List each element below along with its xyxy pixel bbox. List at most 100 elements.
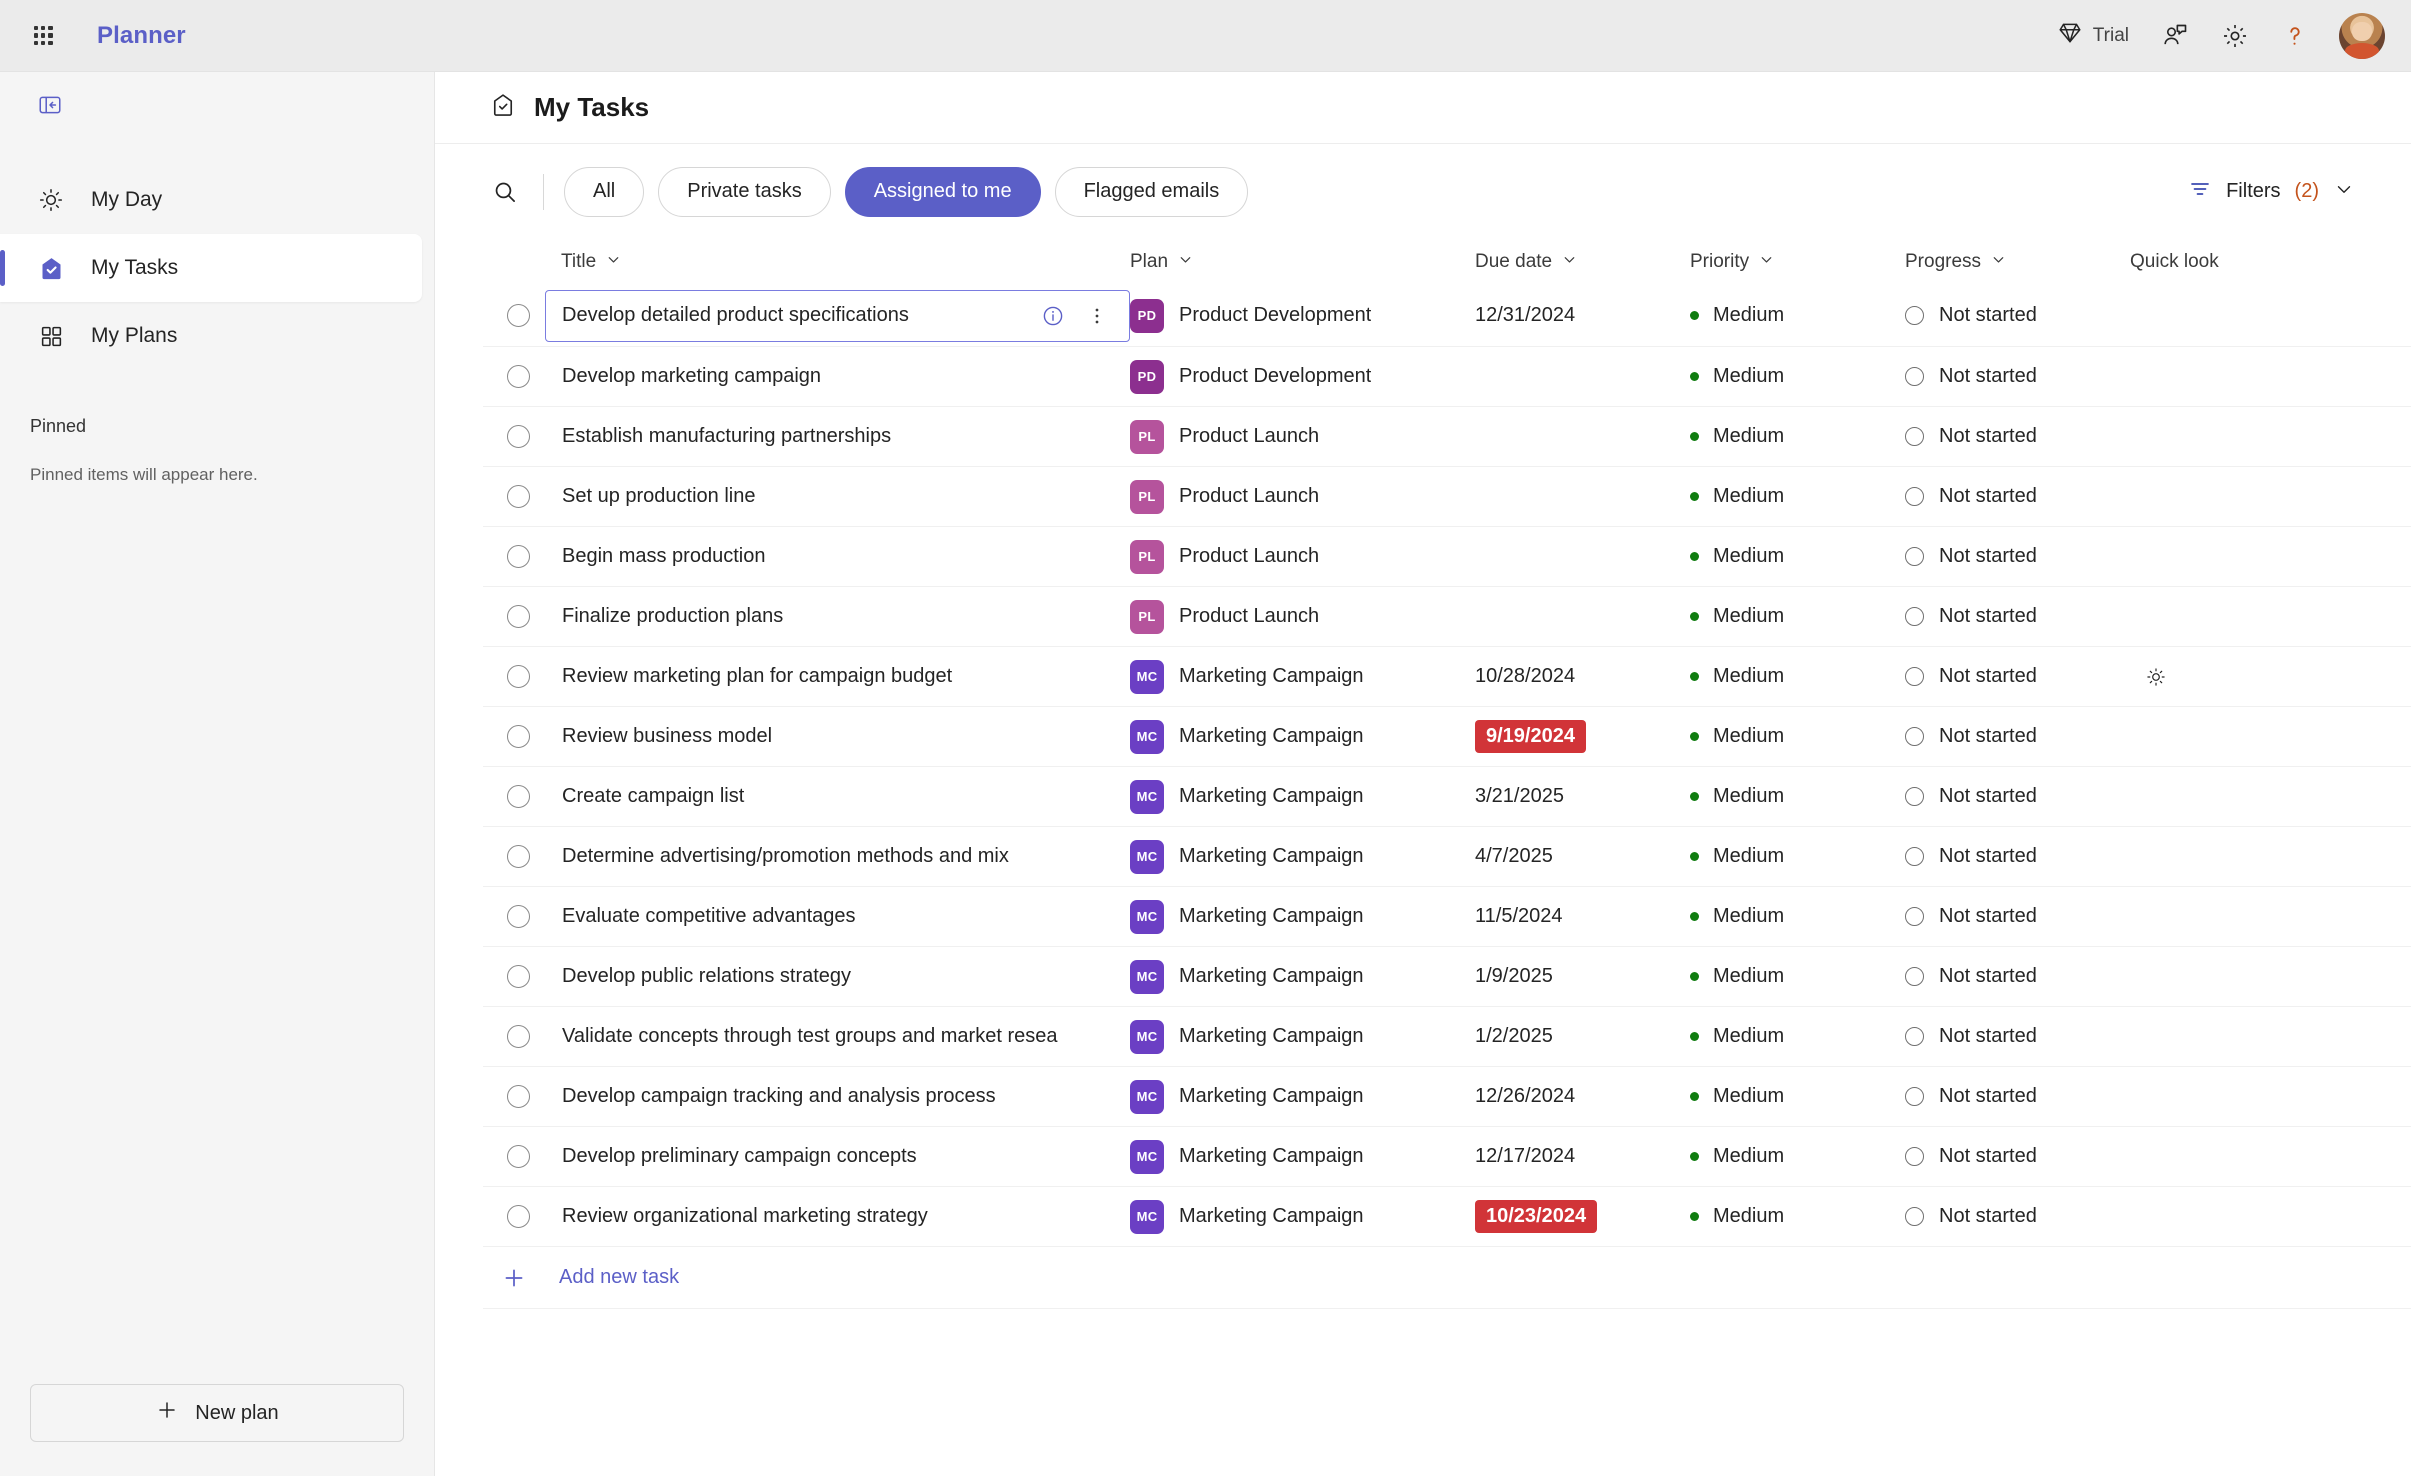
column-header-priority[interactable]: Priority bbox=[1690, 251, 1905, 274]
table-row[interactable]: Review marketing plan for campaign budge… bbox=[483, 647, 2411, 707]
table-row[interactable]: Evaluate competitive advantages MC Marketi… bbox=[483, 887, 2411, 947]
task-complete-toggle[interactable] bbox=[483, 725, 545, 748]
task-complete-toggle[interactable] bbox=[483, 965, 545, 988]
task-plan-cell[interactable]: MC Marketing Campaign bbox=[1130, 1019, 1475, 1054]
add-to-my-day-sun-icon[interactable] bbox=[2140, 661, 2172, 693]
circle-checkbox-icon[interactable] bbox=[507, 425, 530, 448]
task-complete-toggle[interactable] bbox=[483, 425, 545, 448]
task-due-date-cell[interactable]: 1/2/2025 bbox=[1475, 1025, 1690, 1048]
app-launcher-icon[interactable] bbox=[22, 15, 64, 57]
table-row[interactable]: Develop campaign tracking and analysis p… bbox=[483, 1067, 2411, 1127]
column-header-title[interactable]: Title bbox=[545, 251, 1130, 274]
task-progress-cell[interactable]: Not started bbox=[1905, 304, 2130, 327]
more-vertical-icon[interactable] bbox=[1081, 300, 1113, 332]
task-complete-toggle[interactable] bbox=[483, 545, 545, 568]
task-title-box[interactable]: Finalize production plans bbox=[545, 591, 1130, 643]
task-title-box[interactable]: Review business model bbox=[545, 711, 1130, 763]
task-plan-cell[interactable]: MC Marketing Campaign bbox=[1130, 719, 1475, 754]
task-priority-cell[interactable]: Medium bbox=[1690, 905, 1905, 928]
chip-assigned-to-me[interactable]: Assigned to me bbox=[844, 166, 1041, 217]
task-complete-toggle[interactable] bbox=[483, 665, 545, 688]
task-plan-cell[interactable]: PL Product Launch bbox=[1130, 419, 1475, 454]
task-title-box[interactable]: Develop preliminary campaign concepts bbox=[545, 1131, 1130, 1183]
task-progress-cell[interactable]: Not started bbox=[1905, 485, 2130, 508]
task-priority-cell[interactable]: Medium bbox=[1690, 1205, 1905, 1228]
gear-icon[interactable] bbox=[2205, 12, 2265, 60]
table-row[interactable]: Develop detailed product specifications P… bbox=[483, 285, 2411, 347]
task-progress-cell[interactable]: Not started bbox=[1905, 905, 2130, 928]
task-plan-cell[interactable]: MC Marketing Campaign bbox=[1130, 1199, 1475, 1234]
task-title-box[interactable]: Review organizational marketing strategy bbox=[545, 1191, 1130, 1243]
task-title-cell[interactable]: Develop marketing campaign bbox=[545, 347, 1130, 406]
circle-checkbox-icon[interactable] bbox=[507, 545, 530, 568]
task-due-date-cell[interactable]: 10/23/2024 bbox=[1475, 1200, 1690, 1233]
task-due-date-cell[interactable]: 12/26/2024 bbox=[1475, 1085, 1690, 1108]
sidebar-item-my-day[interactable]: My Day bbox=[0, 166, 422, 234]
task-complete-toggle[interactable] bbox=[483, 1145, 545, 1168]
help-question-icon[interactable] bbox=[2265, 12, 2325, 60]
table-row[interactable]: Develop preliminary campaign concepts MC M… bbox=[483, 1127, 2411, 1187]
task-priority-cell[interactable]: Medium bbox=[1690, 365, 1905, 388]
task-title-cell[interactable]: Review marketing plan for campaign budge… bbox=[545, 647, 1130, 706]
task-title-box[interactable]: Develop campaign tracking and analysis p… bbox=[545, 1071, 1130, 1123]
circle-checkbox-icon[interactable] bbox=[507, 845, 530, 868]
task-complete-toggle[interactable] bbox=[483, 1025, 545, 1048]
collapse-panel-icon[interactable] bbox=[30, 86, 70, 124]
circle-checkbox-icon[interactable] bbox=[507, 1085, 530, 1108]
task-plan-cell[interactable]: PL Product Launch bbox=[1130, 479, 1475, 514]
chip-private-tasks[interactable]: Private tasks bbox=[658, 166, 831, 217]
task-priority-cell[interactable]: Medium bbox=[1690, 304, 1905, 327]
task-title-cell[interactable]: Validate concepts through test groups an… bbox=[545, 1007, 1130, 1066]
task-title-box[interactable]: Evaluate competitive advantages bbox=[545, 891, 1130, 943]
table-row[interactable]: Review business model MC Marketing Campaig… bbox=[483, 707, 2411, 767]
table-row[interactable]: Develop marketing campaign PD Product Deve… bbox=[483, 347, 2411, 407]
task-progress-cell[interactable]: Not started bbox=[1905, 965, 2130, 988]
task-progress-cell[interactable]: Not started bbox=[1905, 545, 2130, 568]
circle-checkbox-icon[interactable] bbox=[507, 785, 530, 808]
task-plan-cell[interactable]: MC Marketing Campaign bbox=[1130, 1079, 1475, 1114]
task-complete-toggle[interactable] bbox=[483, 785, 545, 808]
task-title-cell[interactable]: Create campaign list bbox=[545, 767, 1130, 826]
task-priority-cell[interactable]: Medium bbox=[1690, 1085, 1905, 1108]
table-row[interactable]: Determine advertising/promotion methods … bbox=[483, 827, 2411, 887]
task-complete-toggle[interactable] bbox=[483, 365, 545, 388]
task-progress-cell[interactable]: Not started bbox=[1905, 1145, 2130, 1168]
table-row[interactable]: Review organizational marketing strategy… bbox=[483, 1187, 2411, 1247]
task-priority-cell[interactable]: Medium bbox=[1690, 665, 1905, 688]
task-progress-cell[interactable]: Not started bbox=[1905, 365, 2130, 388]
circle-checkbox-icon[interactable] bbox=[507, 1145, 530, 1168]
task-title-cell[interactable]: Develop public relations strategy bbox=[545, 947, 1130, 1006]
task-plan-cell[interactable]: MC Marketing Campaign bbox=[1130, 659, 1475, 694]
task-priority-cell[interactable]: Medium bbox=[1690, 1145, 1905, 1168]
task-due-date-cell[interactable]: 11/5/2024 bbox=[1475, 905, 1690, 928]
task-due-date-cell[interactable]: 3/21/2025 bbox=[1475, 785, 1690, 808]
circle-checkbox-icon[interactable] bbox=[507, 725, 530, 748]
task-plan-cell[interactable]: MC Marketing Campaign bbox=[1130, 899, 1475, 934]
task-title-box[interactable]: Develop public relations strategy bbox=[545, 951, 1130, 1003]
sidebar-item-my-tasks[interactable]: My Tasks bbox=[0, 234, 422, 302]
task-progress-cell[interactable]: Not started bbox=[1905, 605, 2130, 628]
chip-all[interactable]: All bbox=[564, 166, 645, 217]
task-due-date-cell[interactable]: 12/31/2024 bbox=[1475, 304, 1690, 327]
task-progress-cell[interactable]: Not started bbox=[1905, 1025, 2130, 1048]
info-circle-icon[interactable] bbox=[1037, 300, 1069, 332]
task-complete-toggle[interactable] bbox=[483, 905, 545, 928]
task-complete-toggle[interactable] bbox=[483, 845, 545, 868]
circle-checkbox-icon[interactable] bbox=[507, 1205, 530, 1228]
task-plan-cell[interactable]: MC Marketing Campaign bbox=[1130, 1139, 1475, 1174]
task-title-box[interactable]: Develop marketing campaign bbox=[545, 351, 1130, 403]
task-title-cell[interactable]: Develop preliminary campaign concepts bbox=[545, 1127, 1130, 1186]
chip-flagged-emails[interactable]: Flagged emails bbox=[1054, 166, 1249, 217]
task-due-date-cell[interactable]: 10/28/2024 bbox=[1475, 665, 1690, 688]
task-priority-cell[interactable]: Medium bbox=[1690, 785, 1905, 808]
task-title-box[interactable]: Validate concepts through test groups an… bbox=[545, 1011, 1130, 1063]
trial-button[interactable]: Trial bbox=[2041, 12, 2145, 60]
table-row[interactable]: Set up production line PL Product Launch Me… bbox=[483, 467, 2411, 527]
task-priority-cell[interactable]: Medium bbox=[1690, 485, 1905, 508]
task-title-cell[interactable]: Set up production line bbox=[545, 467, 1130, 526]
column-header-due-date[interactable]: Due date bbox=[1475, 251, 1690, 274]
task-complete-toggle[interactable] bbox=[483, 304, 545, 327]
task-plan-cell[interactable]: PD Product Development bbox=[1130, 298, 1475, 333]
add-new-task-row[interactable]: Add new task bbox=[483, 1247, 2411, 1309]
task-plan-cell[interactable]: MC Marketing Campaign bbox=[1130, 839, 1475, 874]
